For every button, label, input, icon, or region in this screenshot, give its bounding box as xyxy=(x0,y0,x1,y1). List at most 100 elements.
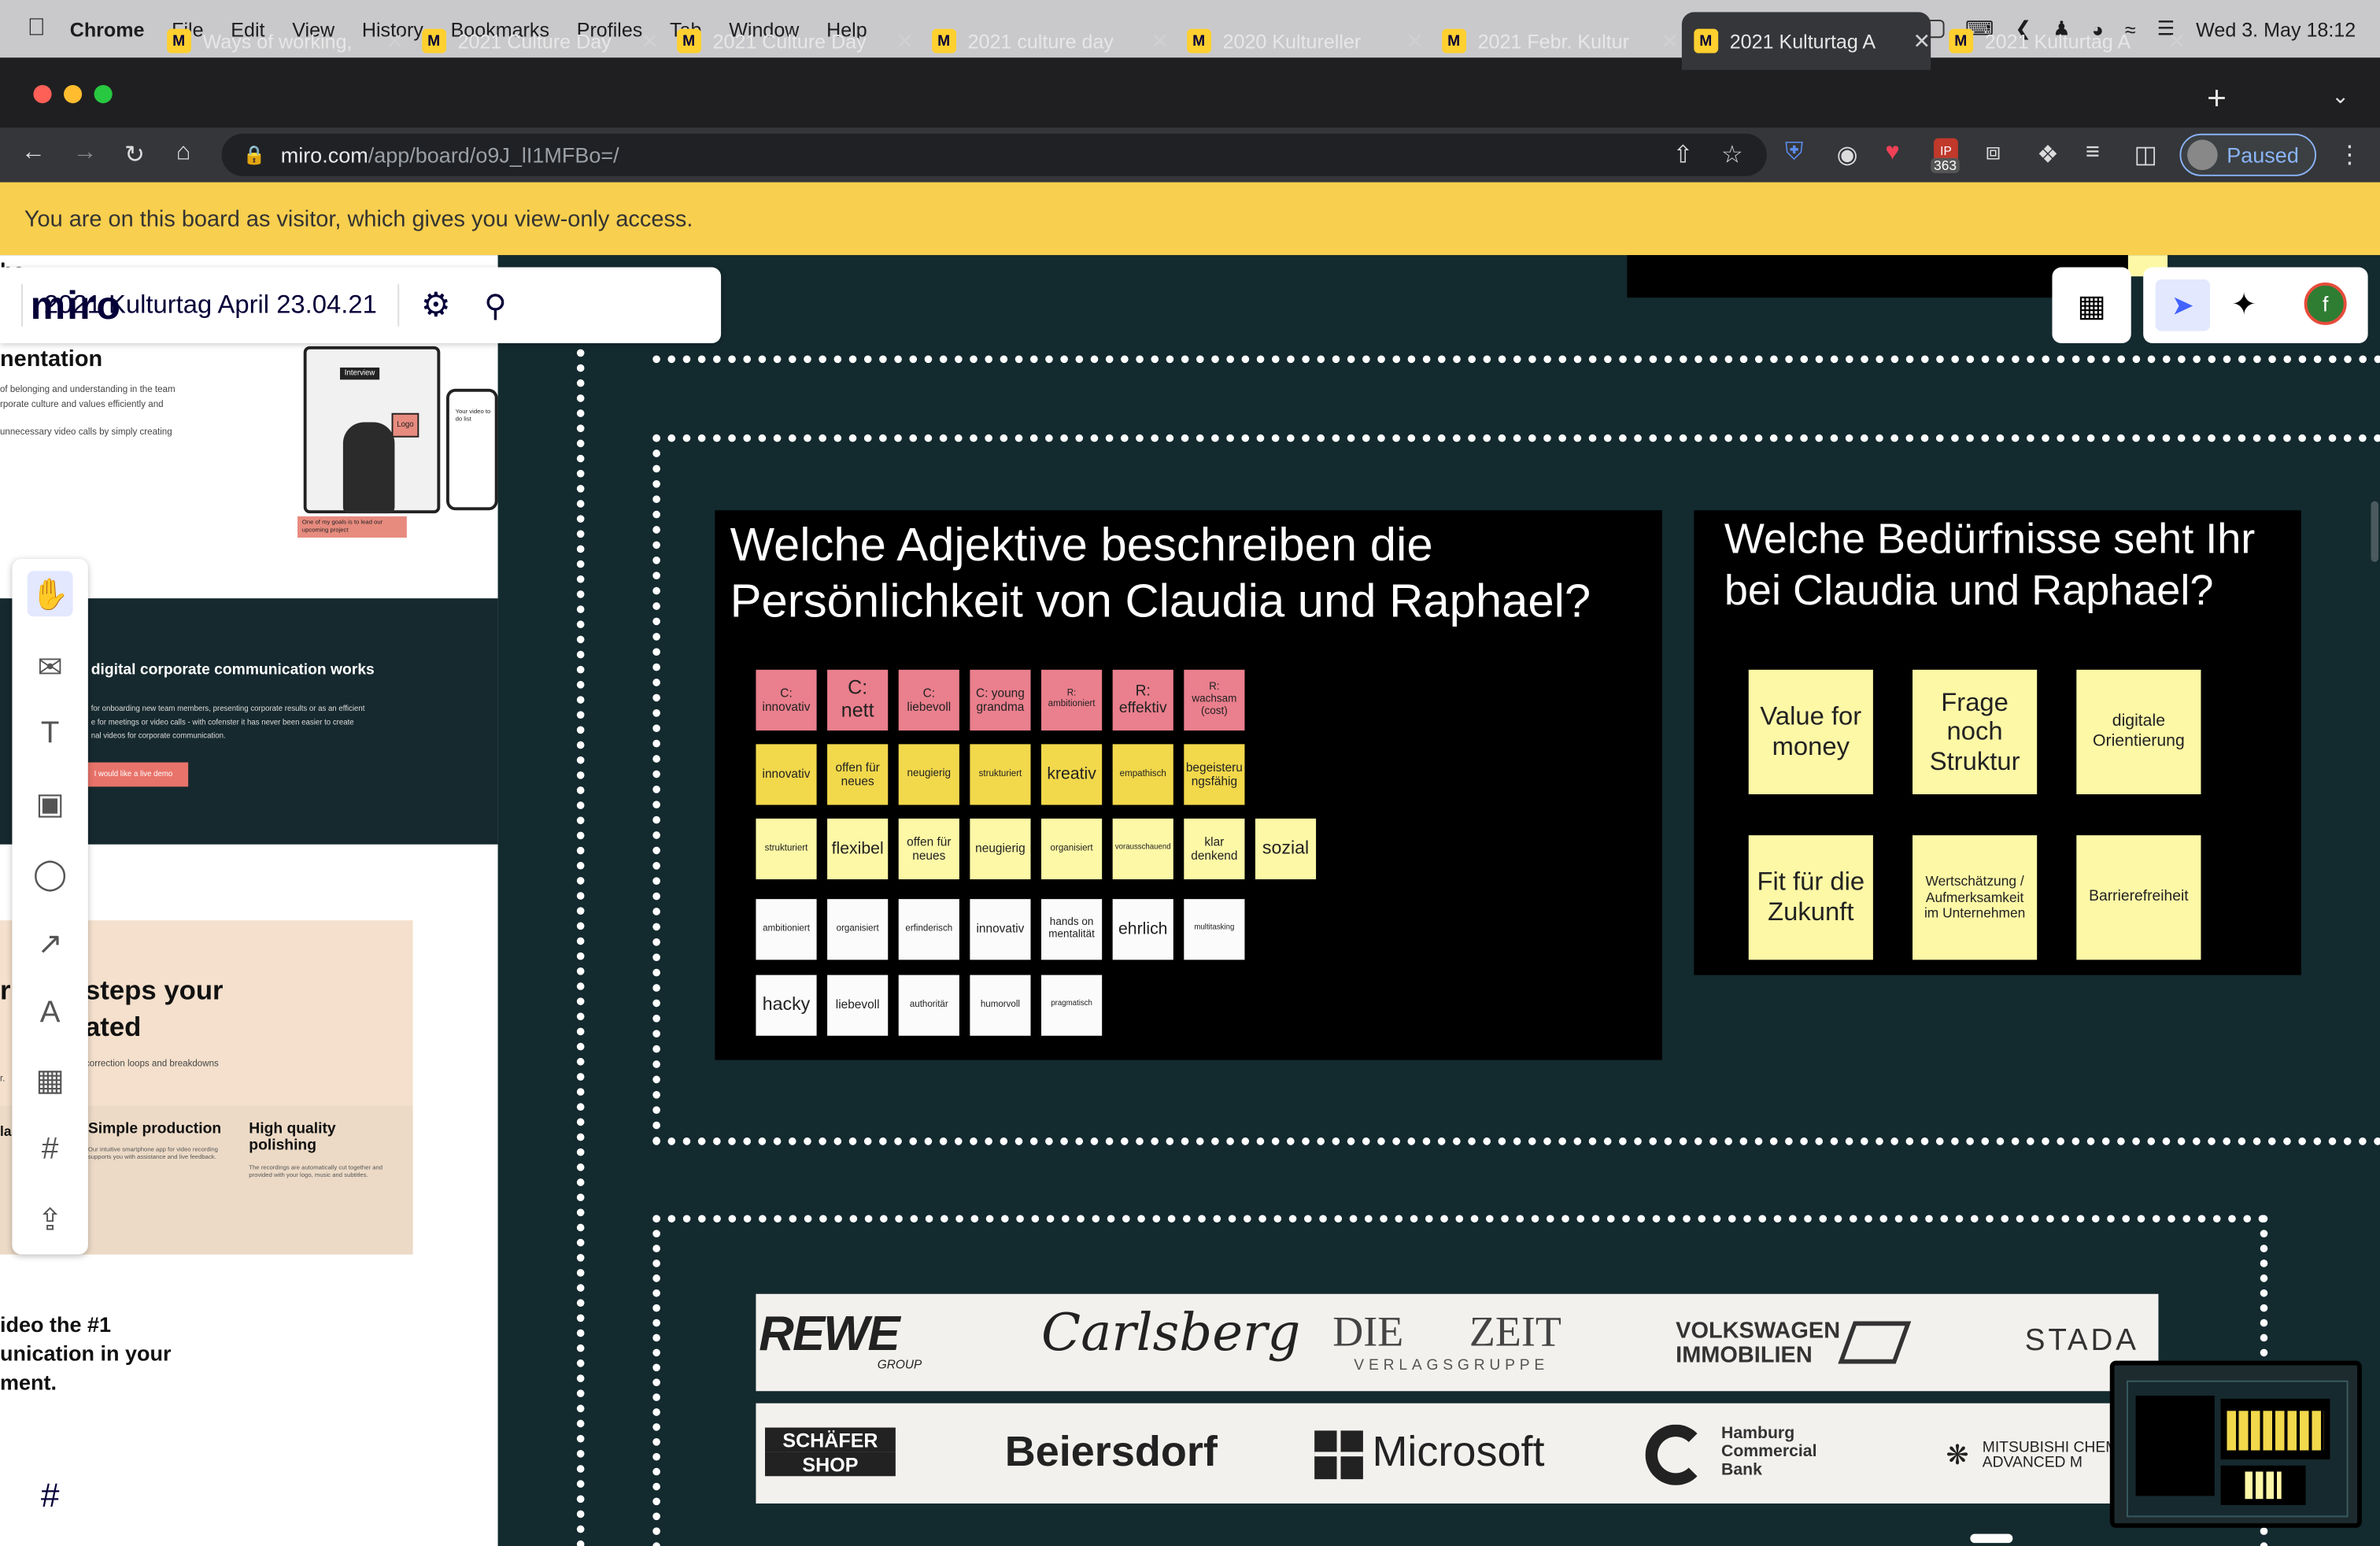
sticky-note[interactable]: innovativ xyxy=(970,899,1031,960)
sticky-note[interactable]: Value for money xyxy=(1748,669,1873,795)
browser-tab[interactable]: M 2021 Culture Day ✕ xyxy=(416,12,659,69)
close-icon[interactable]: ✕ xyxy=(1151,28,1169,54)
window-close-button[interactable] xyxy=(33,85,52,104)
frames-panel-icon[interactable]: # xyxy=(12,1458,88,1534)
browser-tab[interactable]: M Ways of working, ✕ xyxy=(161,12,404,69)
forward-icon[interactable]: → xyxy=(73,139,98,167)
hand-tool-icon[interactable]: ✋ xyxy=(27,571,73,617)
browser-tab[interactable]: M 2021 Kulturtag A ✕ xyxy=(1943,12,2186,69)
text-tool-icon[interactable]: T xyxy=(28,711,73,756)
sticky-note[interactable]: neugierig xyxy=(898,744,959,805)
sticky-note[interactable]: R: ambitioniert xyxy=(1041,669,1103,730)
sticky-note[interactable]: digitale Orientierung xyxy=(2076,669,2201,795)
sticky-note[interactable]: ambitioniert xyxy=(756,899,817,960)
reading-list-icon[interactable]: ≡ xyxy=(2086,139,2100,167)
share-icon[interactable]: ⇧ xyxy=(1672,139,1693,170)
window-minimize-button[interactable] xyxy=(64,85,83,104)
sticky-note[interactable]: pragmatisch xyxy=(1041,975,1103,1036)
window-zoom-button[interactable] xyxy=(94,85,113,104)
apps-icon[interactable]: ▦ xyxy=(2052,267,2131,344)
browser-tab[interactable]: M 2020 Kultureller ✕ xyxy=(1181,12,1424,69)
minimap-handle[interactable] xyxy=(1970,1533,2013,1544)
close-icon[interactable]: ✕ xyxy=(2168,28,2186,54)
celebrate-icon[interactable]: ✦ xyxy=(2231,286,2256,324)
sticky-note[interactable]: C: young grandma xyxy=(970,669,1031,730)
sticky-note[interactable]: organisiert xyxy=(827,899,889,960)
sticky-note[interactable]: C: innovativ xyxy=(756,669,817,730)
sticky-note[interactable]: C: liebevoll xyxy=(898,669,959,730)
sticky-note[interactable]: hands on mentalität xyxy=(1041,899,1103,960)
close-icon[interactable]: ✕ xyxy=(1406,28,1424,54)
new-tab-button[interactable]: + xyxy=(2207,79,2227,118)
home-icon[interactable]: ⌂ xyxy=(176,139,191,167)
search-icon[interactable]: ⚲ xyxy=(484,287,506,324)
sticky-note[interactable]: humorvoll xyxy=(970,975,1031,1036)
client-logo-strip[interactable] xyxy=(756,1293,2159,1392)
sticky-note[interactable]: empathisch xyxy=(1112,744,1173,805)
cursor-follow-icon[interactable]: ➤ xyxy=(2155,279,2211,331)
sticky-note[interactable]: Frage noch Struktur xyxy=(1913,669,2038,795)
address-bar[interactable]: 🔒 miro.com/app/board/o9J_lI1MFBo=/ xyxy=(221,133,1767,176)
sticky-note[interactable]: neugierig xyxy=(970,818,1031,880)
bitwarden-icon[interactable]: ⛨ xyxy=(1785,139,1803,167)
bookmark-star-icon[interactable]: ☆ xyxy=(1721,139,1743,170)
sticky-note[interactable]: sozial xyxy=(1255,818,1317,880)
sticky-note[interactable]: innovativ xyxy=(756,744,817,805)
frame-tool-icon[interactable]: # xyxy=(28,1127,73,1173)
lock-icon[interactable]: 🔒 xyxy=(243,144,266,165)
sticky-note[interactable]: hacky xyxy=(756,975,817,1036)
sticky-note[interactable]: klar denkend xyxy=(1184,818,1245,880)
canvas-scrollbar[interactable] xyxy=(2371,501,2379,562)
sticky-note[interactable]: strukturiert xyxy=(756,818,817,880)
side-panel-icon[interactable]: ◫ xyxy=(2134,139,2157,170)
miro-logo[interactable]: miro xyxy=(31,282,122,329)
sticky-note[interactable]: strukturiert xyxy=(970,744,1031,805)
menubar-clock[interactable]: Wed 3. May 18:12 xyxy=(2196,17,2356,40)
close-icon[interactable]: ✕ xyxy=(1913,28,1931,54)
sticky-note[interactable]: liebevoll xyxy=(827,975,889,1036)
templates-icon[interactable]: ▦ xyxy=(28,1057,73,1103)
sticky-note[interactable]: R: effektiv xyxy=(1112,669,1173,730)
sticky-note[interactable]: ehrlich xyxy=(1112,899,1173,960)
back-icon[interactable]: ← xyxy=(21,139,46,167)
browser-tab[interactable]: M 2021 Culture Day ✕ xyxy=(671,12,914,69)
sticky-note[interactable]: multitasking xyxy=(1184,899,1245,960)
comment-tool-icon[interactable]: ✉ xyxy=(28,644,73,690)
sticky-note[interactable]: offen für neues xyxy=(827,744,889,805)
browser-tab[interactable]: M 2021 culture day ✕ xyxy=(926,12,1169,69)
menu-app-name[interactable]: Chrome xyxy=(70,17,145,40)
sticky-note[interactable]: kreativ xyxy=(1041,744,1103,805)
browser-tab[interactable]: M 2021 Febr. Kultur ✕ xyxy=(1436,12,1679,69)
pen-tool-icon[interactable]: A xyxy=(28,990,73,1036)
sticky-note[interactable]: C: nett xyxy=(827,669,889,730)
sticky-note[interactable]: organisiert xyxy=(1041,818,1103,880)
pocket-icon[interactable]: ♥ xyxy=(1885,139,1899,167)
sticky-note[interactable]: Fit für die Zukunft xyxy=(1748,835,1873,960)
close-icon[interactable]: ✕ xyxy=(386,28,404,54)
sticky-note[interactable]: offen für neues xyxy=(898,818,959,880)
extension-owl-icon[interactable]: ◉ xyxy=(1837,139,1858,170)
profile-paused-button[interactable]: Paused xyxy=(2179,133,2317,176)
browser-tab-active[interactable]: M 2021 Kulturtag A ✕ xyxy=(1681,12,1931,70)
board-minimap[interactable] xyxy=(2109,1360,2362,1528)
extensions-puzzle-icon[interactable]: ❖ xyxy=(2037,139,2059,170)
shapes-tool-icon[interactable]: ◯ xyxy=(28,850,73,896)
tab-search-chevron-icon[interactable]: ⌄ xyxy=(2331,83,2349,109)
sticky-note[interactable]: erfinderisch xyxy=(898,899,959,960)
chrome-menu-icon[interactable]: ⋮ xyxy=(2338,139,2362,170)
close-icon[interactable]: ✕ xyxy=(896,28,914,54)
reload-icon[interactable]: ↻ xyxy=(124,139,145,170)
apple-icon[interactable]:  xyxy=(28,15,46,43)
sticky-note[interactable]: Barrierefreiheit xyxy=(2076,835,2201,960)
close-icon[interactable]: ✕ xyxy=(641,28,659,54)
sticky-note[interactable]: vorausschauend xyxy=(1112,818,1173,880)
gear-icon[interactable]: ⚙ xyxy=(421,286,451,325)
extension-blue-icon[interactable]: ⧈ xyxy=(1986,139,2001,167)
sticky-note-tool-icon[interactable]: ▣ xyxy=(28,781,73,827)
user-avatar[interactable]: f xyxy=(2304,282,2347,325)
connection-line-icon[interactable]: ↗ xyxy=(28,920,73,966)
sticky-note[interactable]: flexibel xyxy=(827,818,889,880)
close-icon[interactable]: ✕ xyxy=(1661,28,1679,54)
sticky-note[interactable]: R: wachsam (cost) xyxy=(1184,669,1245,730)
sticky-note[interactable]: begeisterungsfähig xyxy=(1184,744,1245,805)
